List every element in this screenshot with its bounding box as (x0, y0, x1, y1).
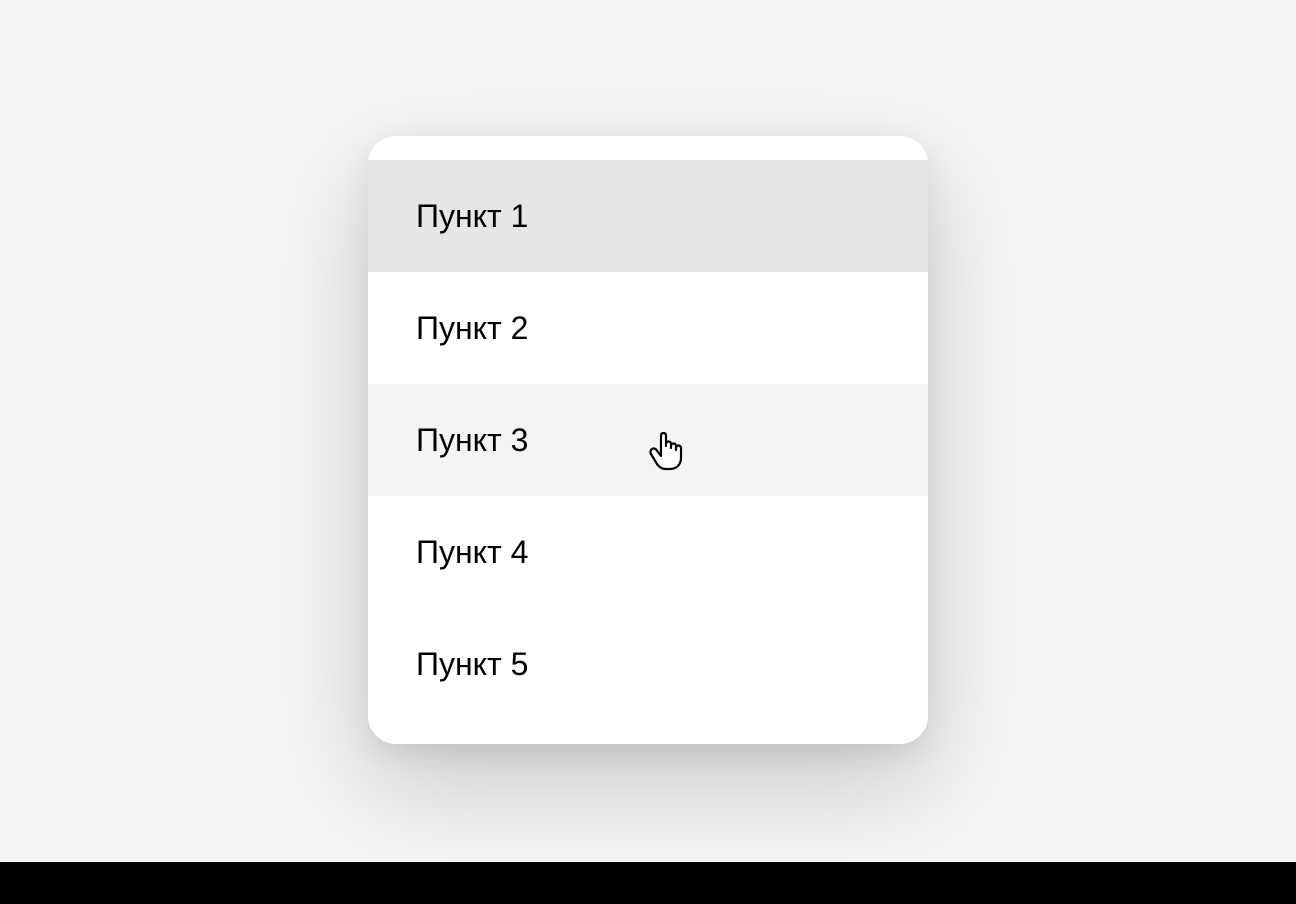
menu-item-2[interactable]: Пункт 2 (368, 272, 928, 384)
bottom-bar (0, 862, 1296, 904)
menu-item-label: Пункт 3 (416, 422, 528, 459)
menu-item-3[interactable]: Пункт 3 (368, 384, 928, 496)
menu-item-5[interactable]: Пункт 5 (368, 608, 928, 720)
menu-item-label: Пункт 2 (416, 310, 528, 347)
menu-card: Пункт 1 Пункт 2 Пункт 3 Пункт 4 Пункт 5 (368, 136, 928, 744)
menu-item-1[interactable]: Пункт 1 (368, 160, 928, 272)
menu-item-label: Пункт 5 (416, 646, 528, 683)
menu-item-label: Пункт 1 (416, 198, 528, 235)
menu-item-4[interactable]: Пункт 4 (368, 496, 928, 608)
menu-item-label: Пункт 4 (416, 534, 528, 571)
